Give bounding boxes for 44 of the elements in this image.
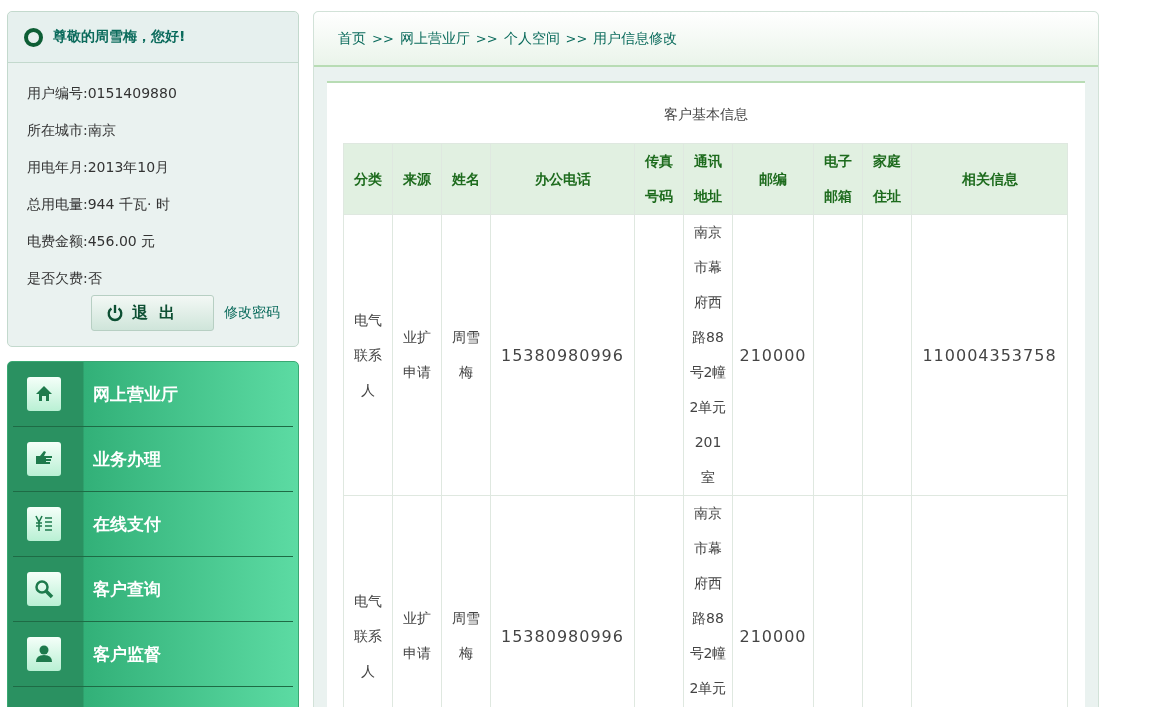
column-header: 办公电话 bbox=[490, 143, 635, 215]
breadcrumb-link[interactable]: 网上营业厅 bbox=[399, 29, 470, 48]
table-cell: 电气联系人 bbox=[343, 214, 393, 496]
menu-label: 业务办理 bbox=[93, 447, 161, 471]
column-header: 邮编 bbox=[732, 143, 814, 215]
menu-label: 客户查询 bbox=[93, 577, 161, 601]
menu-label: 网上营业厅 bbox=[93, 382, 178, 406]
info-text: 电费金额:456.00 元 bbox=[27, 232, 157, 251]
column-header: 来源 bbox=[392, 143, 442, 215]
table-cell: 周雪梅 bbox=[441, 214, 491, 496]
column-header: 电子邮箱 bbox=[813, 143, 863, 215]
table-cell: 110004353758 bbox=[911, 214, 1068, 496]
column-header: 分类 bbox=[343, 143, 393, 215]
breadcrumb-link[interactable]: 个人空间 bbox=[503, 29, 560, 48]
greeting-text: 尊敬的周雪梅，您好! bbox=[53, 28, 186, 46]
info-text: 用电年月:2013年10月 bbox=[27, 158, 171, 177]
menu-label: 在线支付 bbox=[93, 512, 161, 536]
section-title: 客户基本信息 bbox=[663, 105, 749, 124]
power-icon bbox=[106, 304, 124, 322]
info-text: 所在城市:南京 bbox=[27, 121, 117, 140]
info-text: 总用电量:944 千瓦· 时 bbox=[27, 195, 171, 214]
table-cell: 15380980996 bbox=[490, 214, 635, 496]
breadcrumb-link[interactable]: 用户信息修改 bbox=[593, 29, 678, 48]
table-cell: 电气联系人 bbox=[343, 495, 393, 707]
info-text: 用户编号:0151409880 bbox=[27, 84, 178, 103]
column-header: 传真号码 bbox=[634, 143, 684, 215]
column-header: 通讯地址 bbox=[683, 143, 733, 215]
table-cell: 210000 bbox=[732, 214, 814, 496]
info-text: 是否欠费:否 bbox=[27, 269, 103, 288]
ring-icon bbox=[24, 27, 43, 47]
person-icon bbox=[33, 643, 55, 665]
logout-button[interactable]: 退 出 bbox=[91, 295, 214, 331]
search-icon bbox=[33, 578, 55, 600]
breadcrumb-separator: >> bbox=[565, 31, 588, 46]
table-cell: 南京市幕府西路88号2幢2单元201室 bbox=[683, 214, 733, 496]
column-header: 家庭住址 bbox=[862, 143, 912, 215]
breadcrumb-separator: >> bbox=[475, 31, 498, 46]
column-header: 姓名 bbox=[441, 143, 491, 215]
change-password-link[interactable]: 修改密码 bbox=[224, 304, 280, 322]
table-cell: 业扩申请 bbox=[392, 214, 442, 496]
menu-label: 客户监督 bbox=[93, 642, 161, 666]
column-header: 相关信息 bbox=[911, 143, 1068, 215]
breadcrumb-separator: >> bbox=[372, 31, 394, 46]
breadcrumb-link[interactable]: 首页 bbox=[338, 29, 366, 48]
